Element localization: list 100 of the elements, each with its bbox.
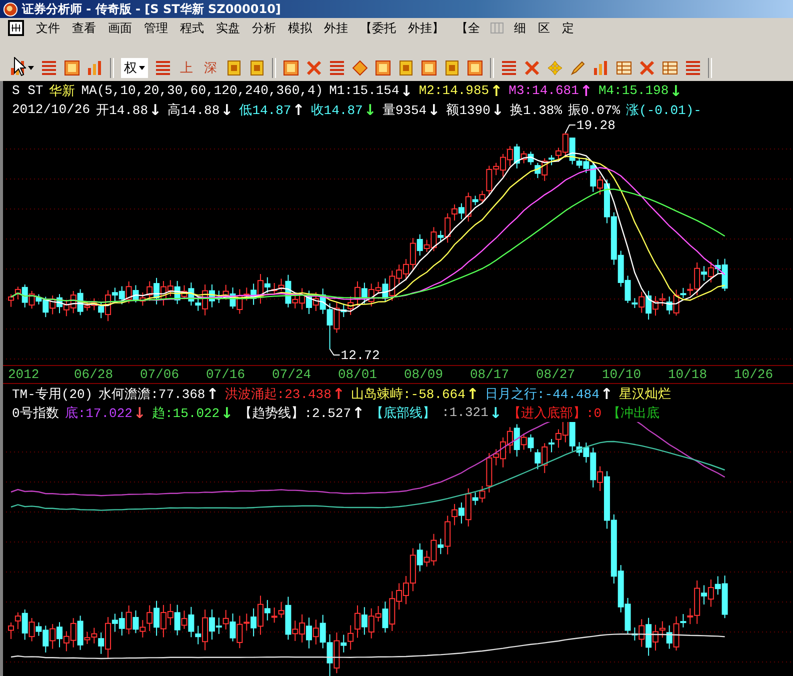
quote-text: 收14.87 bbox=[310, 102, 363, 118]
trend-arrow: ↓ bbox=[364, 100, 376, 118]
high-price-label: 19.28 bbox=[576, 119, 616, 133]
quote-text: M2:14.985 bbox=[418, 83, 490, 98]
menu-item[interactable]: 查看 bbox=[66, 18, 102, 39]
document-icon[interactable] bbox=[226, 60, 242, 76]
table-icon[interactable] bbox=[662, 60, 678, 76]
square-icon[interactable] bbox=[283, 60, 299, 76]
menu-item[interactable]: 【全 bbox=[450, 18, 486, 39]
square-icon[interactable] bbox=[467, 60, 483, 76]
quote-text: TM-专用(20) bbox=[12, 386, 93, 402]
trend-arrow: ↑ bbox=[600, 384, 613, 402]
pencil-icon[interactable] bbox=[570, 60, 586, 76]
document-icon[interactable] bbox=[249, 60, 265, 76]
quote-text: 【冲出底 bbox=[608, 404, 660, 422]
menu-item[interactable]: 【委托 bbox=[354, 18, 402, 39]
move-arrows-icon[interactable] bbox=[547, 60, 563, 76]
caret-icon bbox=[139, 66, 145, 70]
trend-arrow: ↓ bbox=[428, 100, 440, 118]
menu-item[interactable]: 细 bbox=[508, 18, 532, 39]
quote-text: M1:15.154 bbox=[329, 83, 400, 98]
trend-arrow: ↓ bbox=[670, 82, 682, 100]
menu-item[interactable]: 定 bbox=[556, 18, 580, 39]
quote-text: 星汉灿烂 bbox=[618, 386, 671, 402]
trend-arrow: ↓ bbox=[489, 404, 502, 422]
quote-text: 换1.38% bbox=[510, 102, 562, 118]
document-icon[interactable] bbox=[398, 60, 414, 76]
quote-text: 振0.07% bbox=[568, 102, 620, 118]
square-icon[interactable] bbox=[375, 60, 391, 76]
cross-icon[interactable] bbox=[524, 60, 540, 76]
menu-item[interactable]: 区 bbox=[532, 18, 556, 39]
grid-icon[interactable] bbox=[41, 60, 57, 76]
trend-arrow: ↓ bbox=[220, 404, 234, 422]
cursor-icon bbox=[14, 57, 26, 76]
date-label: 07/06 bbox=[140, 367, 180, 382]
date-label: 08/27 bbox=[536, 367, 576, 382]
low-price-label: 12.72 bbox=[340, 348, 380, 363]
window-menu-icon[interactable] bbox=[8, 20, 24, 36]
quote-text: 底:17.022 bbox=[64, 404, 132, 422]
quote-text: M3:14.681 bbox=[508, 83, 579, 98]
window-title: 证券分析师 - 传奇版 - [S ST华新 SZ000010] bbox=[22, 0, 281, 18]
trend-arrow: ↑ bbox=[332, 384, 345, 402]
leader-line bbox=[329, 348, 340, 356]
cross-icon[interactable] bbox=[306, 60, 322, 76]
menu-item[interactable]: 程式 bbox=[174, 18, 210, 39]
quote-text: 华新 bbox=[49, 82, 76, 100]
quote-text: 【进入底部】:0 bbox=[508, 404, 602, 422]
quote-text: 高14.88 bbox=[168, 102, 220, 118]
quote-text: 额1390 bbox=[446, 102, 490, 118]
quote-text: S ST bbox=[12, 83, 44, 98]
diamond-icon[interactable] bbox=[352, 60, 368, 76]
quote-text: 涨(-0.01)- bbox=[626, 102, 702, 118]
date-label: 07/16 bbox=[206, 367, 246, 382]
trend-arrow: ↓ bbox=[133, 404, 146, 422]
quote-text: 0号指数 bbox=[12, 404, 59, 422]
grid-icon[interactable] bbox=[685, 60, 701, 76]
quote-text: 趋:15.022 bbox=[152, 404, 220, 422]
table-icon[interactable] bbox=[616, 60, 632, 76]
rights-dropdown[interactable]: 权 bbox=[121, 58, 148, 78]
app-icon[interactable] bbox=[3, 2, 18, 17]
quote-text: 【底部线】 bbox=[370, 404, 436, 422]
grid-icon[interactable] bbox=[329, 60, 345, 76]
menu-item[interactable]: 文件 bbox=[30, 18, 66, 39]
square-icon[interactable] bbox=[64, 60, 80, 76]
quote-text: 【趋势线】:2.527 bbox=[239, 404, 351, 422]
quote-text: 低14.87 bbox=[239, 102, 292, 118]
date-label: 08/17 bbox=[470, 367, 510, 382]
trend-arrow: ↑ bbox=[490, 82, 503, 100]
trend-arrow: ↓ bbox=[149, 100, 162, 118]
date-label: 07/24 bbox=[272, 367, 312, 382]
date-label: 06/28 bbox=[74, 367, 114, 382]
menu-item[interactable]: 模拟 bbox=[282, 18, 318, 39]
date-label: 10/10 bbox=[602, 367, 642, 382]
menu-item[interactable]: 管理 bbox=[138, 18, 174, 39]
quote-text: 山岛竦峙:-58.664 bbox=[350, 386, 466, 402]
quote-text: 日月之行:-44.484 bbox=[484, 386, 600, 402]
date-label: 2012 bbox=[8, 367, 40, 382]
document-icon[interactable] bbox=[444, 60, 460, 76]
date-label: 08/09 bbox=[404, 367, 444, 382]
trend-arrow: ↓ bbox=[491, 100, 504, 118]
trend-arrow: ↑ bbox=[292, 100, 305, 118]
menu-item[interactable]: 外挂】 bbox=[402, 18, 450, 39]
menu-item[interactable]: 实盘 bbox=[210, 18, 246, 39]
menu-item[interactable]: 分析 bbox=[246, 18, 282, 39]
trend-arrow: ↑ bbox=[206, 384, 219, 402]
trend-arrow: ↑ bbox=[580, 82, 592, 100]
quote-text: MA(5,10,20,30,60,120,240,360,4) bbox=[81, 83, 324, 98]
quote-text: 开14.88 bbox=[96, 102, 148, 118]
quote-text: 洪波涌起:23.438 bbox=[224, 386, 332, 402]
quote-text: :1.321 bbox=[442, 405, 488, 420]
date-label: 08/01 bbox=[338, 367, 378, 382]
grid-icon[interactable] bbox=[501, 60, 517, 76]
quote-text: 2012/10/26 bbox=[12, 102, 90, 117]
menu-item[interactable]: 画面 bbox=[102, 18, 138, 39]
caret-icon bbox=[28, 66, 34, 70]
grid-icon[interactable] bbox=[155, 60, 171, 76]
cross-icon[interactable] bbox=[639, 60, 655, 76]
square-icon[interactable] bbox=[421, 60, 437, 76]
menu-item[interactable]: 外挂 bbox=[318, 18, 354, 39]
date-label: 10/18 bbox=[668, 367, 708, 382]
